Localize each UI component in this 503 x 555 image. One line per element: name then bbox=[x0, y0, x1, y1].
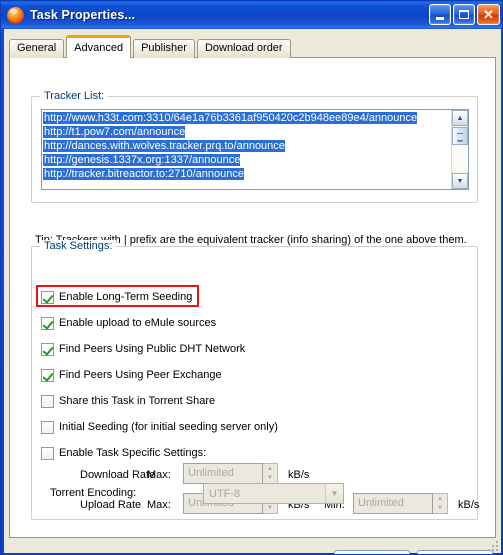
checkbox-label: Enable upload to eMule sources bbox=[59, 317, 217, 329]
tracker-list-textarea[interactable]: http://www.h33t.com:3310/64e1a76b3361af9… bbox=[41, 109, 469, 190]
task-settings-group: Task Settings: Enable Long-Term Seeding … bbox=[31, 240, 480, 520]
tracker-url: http://tracker.bitreactor.to:2710/announ… bbox=[43, 168, 244, 180]
tracker-list-scrollbar[interactable]: ▲ ▼ bbox=[451, 110, 468, 189]
scrollbar-thumb[interactable] bbox=[452, 127, 468, 145]
download-rate-label: Download Rate bbox=[80, 469, 156, 481]
close-button[interactable]: ✕ bbox=[477, 4, 500, 25]
spin-down-icon[interactable]: ▼ bbox=[263, 504, 277, 514]
checkbox-find-peers-pex[interactable]: Find Peers Using Peer Exchange bbox=[41, 367, 222, 383]
checkbox-label: Find Peers Using Peer Exchange bbox=[59, 369, 222, 381]
checkbox-checked-icon[interactable] bbox=[41, 316, 54, 330]
tab-general[interactable]: General bbox=[9, 39, 65, 58]
checkbox-label: Share this Task in Torrent Share bbox=[59, 395, 216, 407]
scroll-down-icon[interactable]: ▼ bbox=[452, 173, 468, 189]
tracker-line[interactable]: http://dances.with.wolves.tracker.prq.to… bbox=[43, 139, 450, 153]
tracker-url: http://www.h33t.com:3310/64e1a76b3361af9… bbox=[43, 112, 418, 124]
tracker-line[interactable]: http://t1.pow7.com/announce bbox=[43, 125, 450, 139]
checkbox-initial-seeding[interactable]: Initial Seeding (for initial seeding ser… bbox=[41, 419, 278, 435]
window-titlebar[interactable]: Task Properties... ✕ bbox=[1, 1, 502, 29]
tracker-line[interactable]: http://genesis.1337x.org:1337/announce bbox=[43, 153, 450, 167]
checkbox-enable-task-specific-settings[interactable]: Enable Task Specific Settings: bbox=[41, 445, 206, 461]
download-rate-max-label: Max: bbox=[147, 469, 171, 481]
upload-rate-label: Upload Rate bbox=[80, 499, 142, 511]
maximize-button[interactable] bbox=[453, 4, 475, 25]
thunder-sphere-icon bbox=[7, 6, 24, 24]
cancel-button[interactable]: Cancel bbox=[417, 550, 493, 554]
scrollbar-track[interactable] bbox=[452, 145, 468, 172]
tracker-url: http://t1.pow7.com/announce bbox=[43, 126, 186, 138]
download-rate-unit: kB/s bbox=[288, 469, 310, 481]
checkbox-label: Enable Long-Term Seeding bbox=[59, 291, 193, 303]
checkbox-checked-icon[interactable] bbox=[41, 290, 54, 304]
checkbox-share-task-torrent-share[interactable]: Share this Task in Torrent Share bbox=[41, 393, 215, 409]
ok-button[interactable]: OK bbox=[334, 550, 410, 554]
upload-rate-min-spinner[interactable]: Unlimited ▲ ▼ bbox=[353, 493, 448, 514]
tracker-list-group-title: Tracker List: bbox=[40, 90, 109, 102]
tab-page-advanced: Tracker List: http://www.h33t.com:3310/6… bbox=[9, 57, 496, 538]
checkbox-unchecked-icon[interactable] bbox=[41, 420, 54, 434]
spin-up-icon[interactable]: ▲ bbox=[263, 464, 277, 474]
checkbox-label: Enable Task Specific Settings: bbox=[59, 447, 207, 459]
checkbox-label: Initial Seeding (for initial seeding ser… bbox=[59, 421, 278, 433]
checkbox-unchecked-icon[interactable] bbox=[41, 446, 54, 460]
scroll-up-icon[interactable]: ▲ bbox=[452, 110, 468, 126]
task-settings-group-title: Task Settings: bbox=[40, 240, 117, 252]
checkbox-unchecked-icon[interactable] bbox=[41, 394, 54, 408]
checkbox-checked-icon[interactable] bbox=[41, 342, 54, 356]
tracker-line[interactable]: http://tracker.bitreactor.to:2710/announ… bbox=[43, 167, 450, 181]
checkbox-find-peers-dht[interactable]: Find Peers Using Public DHT Network bbox=[41, 341, 245, 357]
minimize-button[interactable] bbox=[429, 4, 451, 25]
dialog-client-area: Tracker List: http://www.h33t.com:3310/6… bbox=[4, 29, 501, 554]
torrent-encoding-label: Torrent Encoding: bbox=[50, 487, 137, 499]
window-controls: ✕ bbox=[429, 4, 500, 25]
tracker-url: http://genesis.1337x.org:1337/announce bbox=[43, 154, 241, 166]
chevron-down-icon[interactable]: ▼ bbox=[325, 484, 343, 503]
torrent-encoding-value: UTF-8 bbox=[209, 487, 241, 500]
tab-download-order[interactable]: Download order bbox=[196, 39, 291, 58]
spin-down-icon[interactable]: ▼ bbox=[433, 504, 447, 514]
minimize-icon bbox=[436, 16, 444, 20]
tracker-list-group: Tracker List: http://www.h33t.com:3310/6… bbox=[31, 90, 478, 203]
task-properties-window: Task Properties... ✕ Tracker List: http:… bbox=[0, 0, 503, 555]
upload-rate-max-label: Max: bbox=[147, 499, 171, 511]
spin-up-icon[interactable]: ▲ bbox=[433, 494, 447, 504]
upload-rate-min-input[interactable]: Unlimited bbox=[353, 493, 433, 514]
download-rate-max-spinner[interactable]: Unlimited ▲ ▼ bbox=[183, 463, 278, 484]
window-title: Task Properties... bbox=[30, 8, 136, 22]
checkbox-enable-long-term-seeding[interactable]: Enable Long-Term Seeding bbox=[41, 289, 192, 305]
tracker-list-content: http://www.h33t.com:3310/64e1a76b3361af9… bbox=[43, 111, 450, 181]
checkbox-label: Find Peers Using Public DHT Network bbox=[59, 343, 246, 355]
checkbox-checked-icon[interactable] bbox=[41, 368, 54, 382]
tab-publisher[interactable]: Publisher bbox=[133, 39, 195, 58]
tracker-url: http://dances.with.wolves.tracker.prq.to… bbox=[43, 140, 285, 152]
maximize-icon bbox=[459, 10, 469, 19]
tracker-line[interactable]: http://www.h33t.com:3310/64e1a76b3361af9… bbox=[43, 111, 450, 125]
spin-down-icon[interactable]: ▼ bbox=[263, 474, 277, 484]
tab-bar: General Advanced Publisher Download orde… bbox=[9, 35, 293, 59]
upload-rate-min-spin-buttons[interactable]: ▲ ▼ bbox=[433, 493, 448, 514]
download-rate-max-input[interactable]: Unlimited bbox=[183, 463, 263, 484]
torrent-encoding-select[interactable]: UTF-8 ▼ bbox=[203, 483, 344, 504]
resize-grip[interactable] bbox=[486, 539, 498, 551]
checkbox-enable-upload-emule[interactable]: Enable upload to eMule sources bbox=[41, 315, 216, 331]
download-rate-max-spin-buttons[interactable]: ▲ ▼ bbox=[263, 463, 278, 484]
upload-rate-min-unit: kB/s bbox=[458, 499, 480, 511]
close-icon: ✕ bbox=[483, 7, 494, 22]
tab-advanced[interactable]: Advanced bbox=[66, 35, 132, 59]
